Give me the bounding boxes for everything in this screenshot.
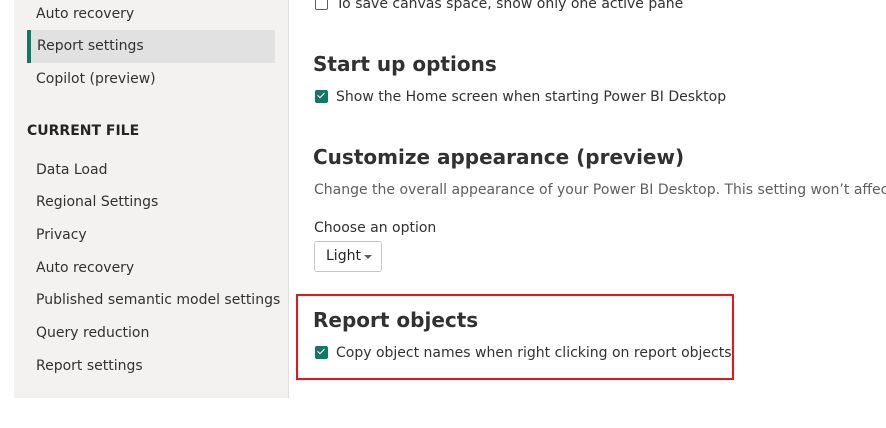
sidebar-item-auto-recovery[interactable]: Auto recovery bbox=[36, 6, 134, 22]
sidebar-item-privacy[interactable]: Privacy bbox=[36, 227, 87, 243]
sidebar-item-data-load[interactable]: Data Load bbox=[36, 162, 107, 178]
chevron-down-icon bbox=[364, 255, 372, 259]
highlight-box bbox=[296, 294, 734, 380]
appearance-title: Customize appearance (preview) bbox=[313, 145, 685, 169]
single-pane-option[interactable]: To save canvas space, show only one acti… bbox=[315, 0, 683, 12]
sidebar-item-regional-settings[interactable]: Regional Settings bbox=[36, 194, 158, 210]
appearance-description: Change the overall appearance of your Po… bbox=[314, 182, 886, 198]
sidebar-item-report-settings[interactable]: Report settings bbox=[27, 30, 275, 63]
current-file-heading: CURRENT FILE bbox=[27, 123, 140, 139]
show-home-option[interactable]: Show the Home screen when starting Power… bbox=[315, 89, 726, 105]
sidebar-item-query-reduction[interactable]: Query reduction bbox=[36, 325, 149, 341]
dropdown-value: Light bbox=[326, 248, 361, 264]
sidebar-item-report-settings-file[interactable]: Report settings bbox=[36, 358, 143, 374]
sidebar-item-copilot[interactable]: Copilot (preview) bbox=[36, 71, 156, 87]
checkbox[interactable] bbox=[315, 90, 328, 103]
appearance-dropdown[interactable]: Light bbox=[314, 241, 382, 272]
settings-sidebar: Auto recovery Report settings Copilot (p… bbox=[14, 0, 289, 398]
checkbox-label: To save canvas space, show only one acti… bbox=[336, 0, 684, 12]
checkbox-label: Show the Home screen when starting Power… bbox=[336, 89, 727, 105]
sidebar-item-published-semantic-model[interactable]: Published semantic model settings bbox=[36, 292, 280, 308]
checkbox[interactable] bbox=[315, 0, 328, 10]
sidebar-item-auto-recovery-file[interactable]: Auto recovery bbox=[36, 260, 134, 276]
startup-title: Start up options bbox=[313, 52, 497, 76]
choose-option-label: Choose an option bbox=[314, 220, 437, 236]
